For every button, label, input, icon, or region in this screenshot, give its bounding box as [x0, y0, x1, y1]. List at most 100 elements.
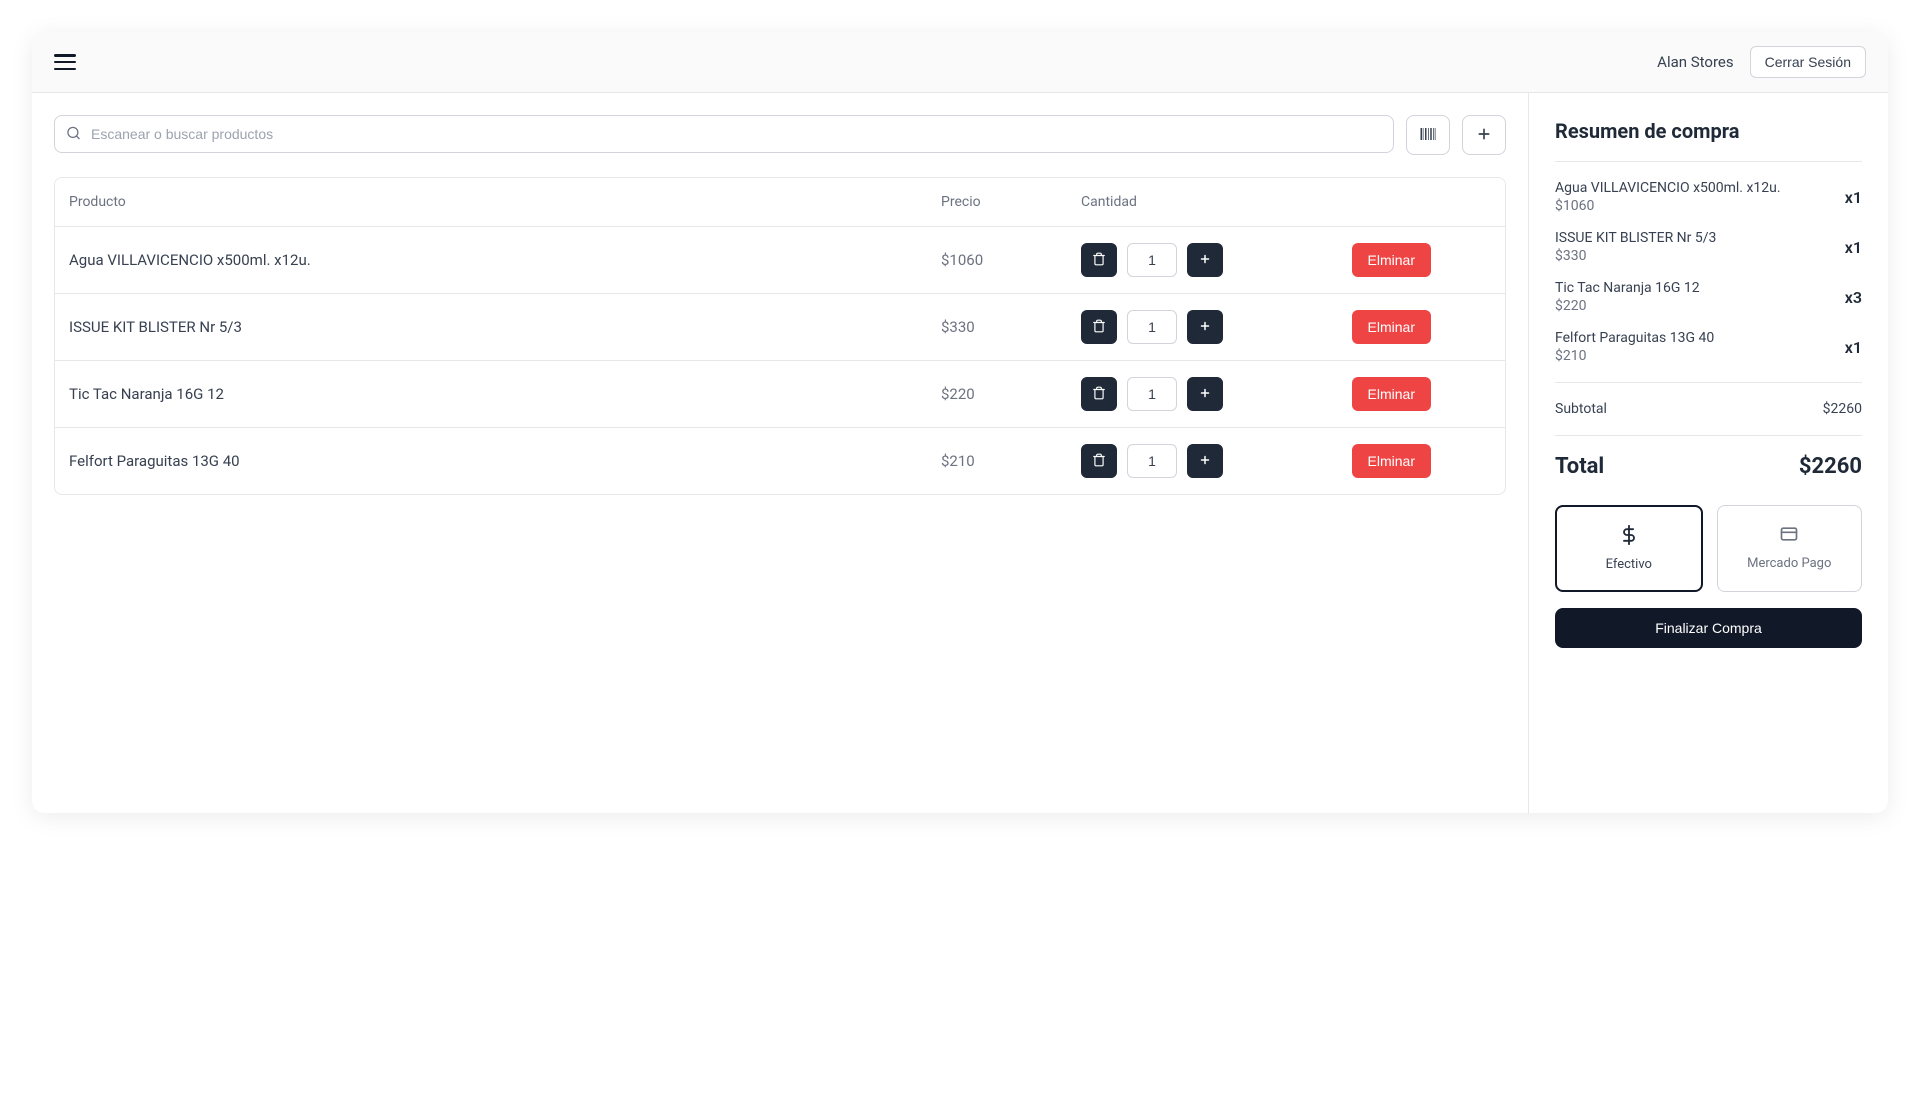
payment-cash[interactable]: Efectivo	[1555, 505, 1703, 592]
increment-button[interactable]	[1187, 377, 1223, 411]
summary-item-name: ISSUE KIT BLISTER Nr 5/3	[1555, 230, 1716, 246]
product-price: $330	[941, 318, 1081, 336]
trash-icon	[1092, 453, 1106, 470]
summary-item: Felfort Paraguitas 13G 40 $210 x1	[1555, 330, 1862, 364]
divider	[1555, 435, 1862, 436]
quantity-input[interactable]	[1127, 310, 1177, 344]
search-row	[54, 115, 1506, 155]
product-name: Felfort Paraguitas 13G 40	[69, 452, 941, 470]
summary-item-price: $1060	[1555, 198, 1781, 214]
summary-item-name: Tic Tac Naranja 16G 12	[1555, 280, 1700, 296]
summary-item-qty: x1	[1845, 338, 1862, 357]
col-header-quantity: Cantidad	[1081, 194, 1341, 210]
divider	[1555, 382, 1862, 383]
remove-button[interactable]: Elminar	[1352, 243, 1431, 277]
table-header: Producto Precio Cantidad	[55, 178, 1505, 227]
trash-icon	[1092, 386, 1106, 403]
logout-button[interactable]: Cerrar Sesión	[1750, 46, 1866, 78]
total-value: $2260	[1799, 454, 1862, 479]
action-cell: Elminar	[1341, 243, 1491, 277]
menu-icon[interactable]	[54, 54, 76, 70]
search-wrap	[54, 115, 1394, 155]
quantity-group	[1081, 377, 1341, 411]
divider	[1555, 161, 1862, 162]
payment-cash-label: Efectivo	[1606, 557, 1652, 572]
plus-icon	[1476, 126, 1492, 145]
trash-icon	[1092, 319, 1106, 336]
table-row: Tic Tac Naranja 16G 12 $220 Elminar	[55, 361, 1505, 428]
summary-item-name: Felfort Paraguitas 13G 40	[1555, 330, 1714, 346]
remove-button[interactable]: Elminar	[1352, 444, 1431, 478]
quantity-group	[1081, 243, 1341, 277]
header-right: Alan Stores Cerrar Sesión	[1657, 46, 1866, 78]
col-header-product: Producto	[69, 194, 941, 210]
action-cell: Elminar	[1341, 310, 1491, 344]
decrement-button[interactable]	[1081, 310, 1117, 344]
summary-item-name: Agua VILLAVICENCIO x500ml. x12u.	[1555, 180, 1781, 196]
barcode-icon	[1418, 125, 1438, 146]
dollar-icon	[1619, 525, 1639, 549]
increment-button[interactable]	[1187, 310, 1223, 344]
products-table: Producto Precio Cantidad Agua VILLAVICEN…	[54, 177, 1506, 495]
product-name: Agua VILLAVICENCIO x500ml. x12u.	[69, 251, 941, 269]
remove-button[interactable]: Elminar	[1352, 377, 1431, 411]
table-row: Agua VILLAVICENCIO x500ml. x12u. $1060 E…	[55, 227, 1505, 294]
quantity-input[interactable]	[1127, 444, 1177, 478]
plus-icon	[1199, 454, 1211, 469]
product-name: ISSUE KIT BLISTER Nr 5/3	[69, 318, 941, 336]
table-row: ISSUE KIT BLISTER Nr 5/3 $330 Elminar	[55, 294, 1505, 361]
finalize-button[interactable]: Finalizar Compra	[1555, 608, 1862, 648]
subtotal-label: Subtotal	[1555, 401, 1607, 417]
barcode-button[interactable]	[1406, 115, 1450, 155]
decrement-button[interactable]	[1081, 444, 1117, 478]
decrement-button[interactable]	[1081, 377, 1117, 411]
payment-mp-label: Mercado Pago	[1747, 556, 1831, 571]
total-row: Total $2260	[1555, 454, 1862, 479]
card-icon	[1779, 524, 1799, 548]
trash-icon	[1092, 252, 1106, 269]
user-name: Alan Stores	[1657, 53, 1733, 71]
action-cell: Elminar	[1341, 377, 1491, 411]
summary-item-qty: x3	[1845, 288, 1862, 307]
plus-icon	[1199, 320, 1211, 335]
summary-title: Resumen de compra	[1555, 119, 1862, 143]
subtotal-row: Subtotal $2260	[1555, 401, 1862, 417]
payment-mercado-pago[interactable]: Mercado Pago	[1717, 505, 1863, 592]
search-icon	[66, 126, 81, 145]
summary-item: Tic Tac Naranja 16G 12 $220 x3	[1555, 280, 1862, 314]
action-cell: Elminar	[1341, 444, 1491, 478]
plus-icon	[1199, 253, 1211, 268]
body-layout: Producto Precio Cantidad Agua VILLAVICEN…	[32, 93, 1888, 813]
total-label: Total	[1555, 454, 1604, 479]
decrement-button[interactable]	[1081, 243, 1117, 277]
search-input[interactable]	[54, 115, 1394, 153]
summary-item-price: $220	[1555, 298, 1700, 314]
summary-item-price: $330	[1555, 248, 1716, 264]
header: Alan Stores Cerrar Sesión	[32, 32, 1888, 93]
quantity-group	[1081, 310, 1341, 344]
increment-button[interactable]	[1187, 243, 1223, 277]
summary-item-price: $210	[1555, 348, 1714, 364]
app-shell: Alan Stores Cerrar Sesión	[32, 32, 1888, 813]
product-price: $220	[941, 385, 1081, 403]
quantity-input[interactable]	[1127, 377, 1177, 411]
table-row: Felfort Paraguitas 13G 40 $210 Elminar	[55, 428, 1505, 494]
payment-methods: Efectivo Mercado Pago	[1555, 505, 1862, 592]
product-price: $1060	[941, 251, 1081, 269]
increment-button[interactable]	[1187, 444, 1223, 478]
summary-item: Agua VILLAVICENCIO x500ml. x12u. $1060 x…	[1555, 180, 1862, 214]
product-price: $210	[941, 452, 1081, 470]
subtotal-value: $2260	[1823, 401, 1862, 417]
quantity-group	[1081, 444, 1341, 478]
main-panel: Producto Precio Cantidad Agua VILLAVICEN…	[32, 93, 1528, 813]
add-button[interactable]	[1462, 115, 1506, 155]
col-header-price: Precio	[941, 194, 1081, 210]
plus-icon	[1199, 387, 1211, 402]
summary-item-qty: x1	[1845, 238, 1862, 257]
remove-button[interactable]: Elminar	[1352, 310, 1431, 344]
summary-item-qty: x1	[1845, 188, 1862, 207]
summary-panel: Resumen de compra Agua VILLAVICENCIO x50…	[1528, 93, 1888, 813]
product-name: Tic Tac Naranja 16G 12	[69, 385, 941, 403]
summary-item: ISSUE KIT BLISTER Nr 5/3 $330 x1	[1555, 230, 1862, 264]
quantity-input[interactable]	[1127, 243, 1177, 277]
